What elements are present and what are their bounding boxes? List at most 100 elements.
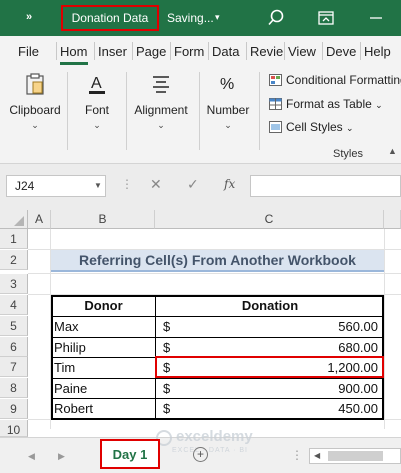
donation-cell[interactable]: 900.00 bbox=[190, 379, 378, 399]
table-border bbox=[51, 316, 384, 317]
previous-sheet-button[interactable]: ◀ bbox=[28, 451, 35, 462]
clipboard-group[interactable]: Clipboard ⌄ bbox=[6, 72, 64, 131]
donor-cell[interactable]: Paine bbox=[54, 379, 154, 399]
format-as-table-label: Format as Table bbox=[286, 97, 372, 111]
chevron-down-icon[interactable]: ⌄ bbox=[6, 120, 64, 131]
row-header-6[interactable]: 6 bbox=[0, 337, 28, 357]
column-header-a[interactable]: A bbox=[28, 210, 51, 229]
tab-divider bbox=[208, 42, 209, 60]
minimize-icon[interactable] bbox=[366, 8, 386, 28]
currency-symbol: $ bbox=[163, 340, 171, 355]
chevron-down-icon[interactable]: ▼ bbox=[94, 181, 102, 190]
row-header-9[interactable]: 9 bbox=[0, 399, 28, 419]
tab-divider bbox=[56, 42, 57, 60]
ribbon-divider bbox=[126, 72, 127, 150]
tab-divider bbox=[246, 42, 247, 60]
workbook-title[interactable]: Donation Data bbox=[61, 5, 159, 31]
row-header-2[interactable]: 2 bbox=[0, 250, 28, 270]
tab-page-layout[interactable]: Page bbox=[136, 44, 166, 59]
tab-formulas[interactable]: Form bbox=[174, 44, 204, 59]
name-box[interactable]: J24 bbox=[6, 175, 106, 197]
ribbon-divider bbox=[199, 72, 200, 150]
tab-divider bbox=[322, 42, 323, 60]
table-border bbox=[51, 398, 384, 399]
clipboard-label: Clipboard bbox=[9, 103, 61, 117]
format-as-table-button[interactable]: Format as Table ⌄ bbox=[269, 97, 383, 111]
donor-cell[interactable]: Philip bbox=[54, 338, 154, 358]
tab-split-grip-icon[interactable]: ⋮ bbox=[291, 448, 303, 462]
enter-entry-button[interactable]: ✓ bbox=[187, 176, 199, 193]
tab-view[interactable]: View bbox=[288, 44, 316, 59]
tab-help[interactable]: Help bbox=[364, 44, 391, 59]
table-border bbox=[51, 378, 384, 379]
row-header-5[interactable]: 5 bbox=[0, 316, 28, 336]
chevron-down-icon: ⌄ bbox=[346, 123, 354, 133]
alignment-group[interactable]: Alignment ⌄ bbox=[128, 72, 194, 131]
header-donation[interactable]: Donation bbox=[156, 296, 384, 316]
tab-home[interactable]: Hom bbox=[60, 44, 87, 59]
donation-cell[interactable]: 680.00 bbox=[190, 338, 378, 358]
chevron-down-icon[interactable]: ⌄ bbox=[128, 120, 194, 131]
row-header-7[interactable]: 7 bbox=[0, 357, 28, 377]
formula-input[interactable] bbox=[250, 175, 401, 197]
row-header-1[interactable]: 1 bbox=[0, 229, 28, 249]
donor-cell[interactable]: Robert bbox=[54, 399, 154, 419]
donor-cell[interactable]: Tim bbox=[54, 358, 154, 378]
cell-styles-button[interactable]: Cell Styles ⌄ bbox=[269, 120, 354, 134]
watermark-tagline: EXCEL · DATA · BI bbox=[172, 447, 248, 454]
next-sheet-button[interactable]: ▶ bbox=[58, 451, 65, 462]
tab-divider bbox=[170, 42, 171, 60]
percent-icon: % bbox=[220, 76, 234, 93]
insert-function-button[interactable]: fx bbox=[224, 177, 235, 191]
donation-cell[interactable]: 560.00 bbox=[190, 317, 378, 337]
sheet-tab-day-1[interactable]: Day 1 bbox=[100, 439, 160, 469]
formula-bar-grip-icon[interactable]: ⋮ bbox=[121, 177, 133, 191]
table-border bbox=[51, 337, 384, 338]
row-header-4[interactable]: 4 bbox=[0, 295, 28, 315]
conditional-formatting-button[interactable]: Conditional Formatting bbox=[269, 73, 401, 87]
scrollbar-thumb[interactable] bbox=[328, 451, 383, 461]
row-header-10[interactable]: 10 bbox=[0, 420, 28, 437]
column-header-d[interactable] bbox=[384, 210, 401, 229]
column-header-c[interactable]: C bbox=[155, 210, 384, 229]
donation-cell[interactable]: 450.00 bbox=[190, 399, 378, 419]
saving-status[interactable]: Saving... bbox=[167, 11, 214, 25]
quick-access-overflow-button[interactable]: » bbox=[26, 11, 32, 23]
scroll-left-icon[interactable]: ◀ bbox=[314, 451, 320, 460]
tab-divider bbox=[94, 42, 95, 60]
donor-cell[interactable]: Max bbox=[54, 317, 154, 337]
conditional-formatting-label: Conditional Formatting bbox=[286, 73, 401, 87]
header-donor[interactable]: Donor bbox=[52, 296, 155, 316]
tab-developer[interactable]: Deve bbox=[326, 44, 356, 59]
sheet-title[interactable]: Referring Cell(s) From Another Workbook bbox=[51, 250, 384, 272]
add-sheet-button[interactable]: + bbox=[193, 447, 208, 462]
cancel-entry-button[interactable]: ✕ bbox=[150, 176, 162, 193]
ribbon-divider bbox=[259, 72, 260, 150]
tab-review[interactable]: Revie bbox=[250, 44, 283, 59]
collapse-ribbon-icon[interactable]: ▲ bbox=[388, 146, 397, 156]
font-label: Font bbox=[84, 103, 109, 117]
tab-file[interactable]: File bbox=[18, 44, 39, 59]
table-border bbox=[51, 418, 384, 420]
conditional-formatting-icon bbox=[269, 74, 282, 86]
tab-divider bbox=[132, 42, 133, 60]
number-group[interactable]: % Number ⌄ bbox=[203, 72, 253, 131]
watermark: exceldemy bbox=[176, 428, 253, 445]
search-icon[interactable] bbox=[266, 8, 286, 28]
currency-symbol: $ bbox=[163, 319, 171, 334]
row-header-3[interactable]: 3 bbox=[0, 274, 28, 294]
chevron-down-icon[interactable]: ⌄ bbox=[203, 120, 253, 131]
column-header-b[interactable]: B bbox=[51, 210, 155, 229]
tab-data[interactable]: Data bbox=[212, 44, 239, 59]
align-icon bbox=[153, 76, 169, 93]
gridline bbox=[384, 229, 385, 429]
tab-insert[interactable]: Inser bbox=[98, 44, 127, 59]
cell-styles-label: Cell Styles bbox=[286, 120, 343, 134]
ribbon-display-icon[interactable] bbox=[316, 8, 336, 28]
number-label: Number bbox=[206, 103, 250, 117]
row-header-8[interactable]: 8 bbox=[0, 378, 28, 398]
font-group[interactable]: A Font ⌄ bbox=[72, 72, 122, 131]
chevron-down-icon[interactable]: ▾ bbox=[215, 12, 220, 23]
chevron-down-icon[interactable]: ⌄ bbox=[72, 120, 122, 131]
ribbon-divider bbox=[67, 72, 68, 150]
